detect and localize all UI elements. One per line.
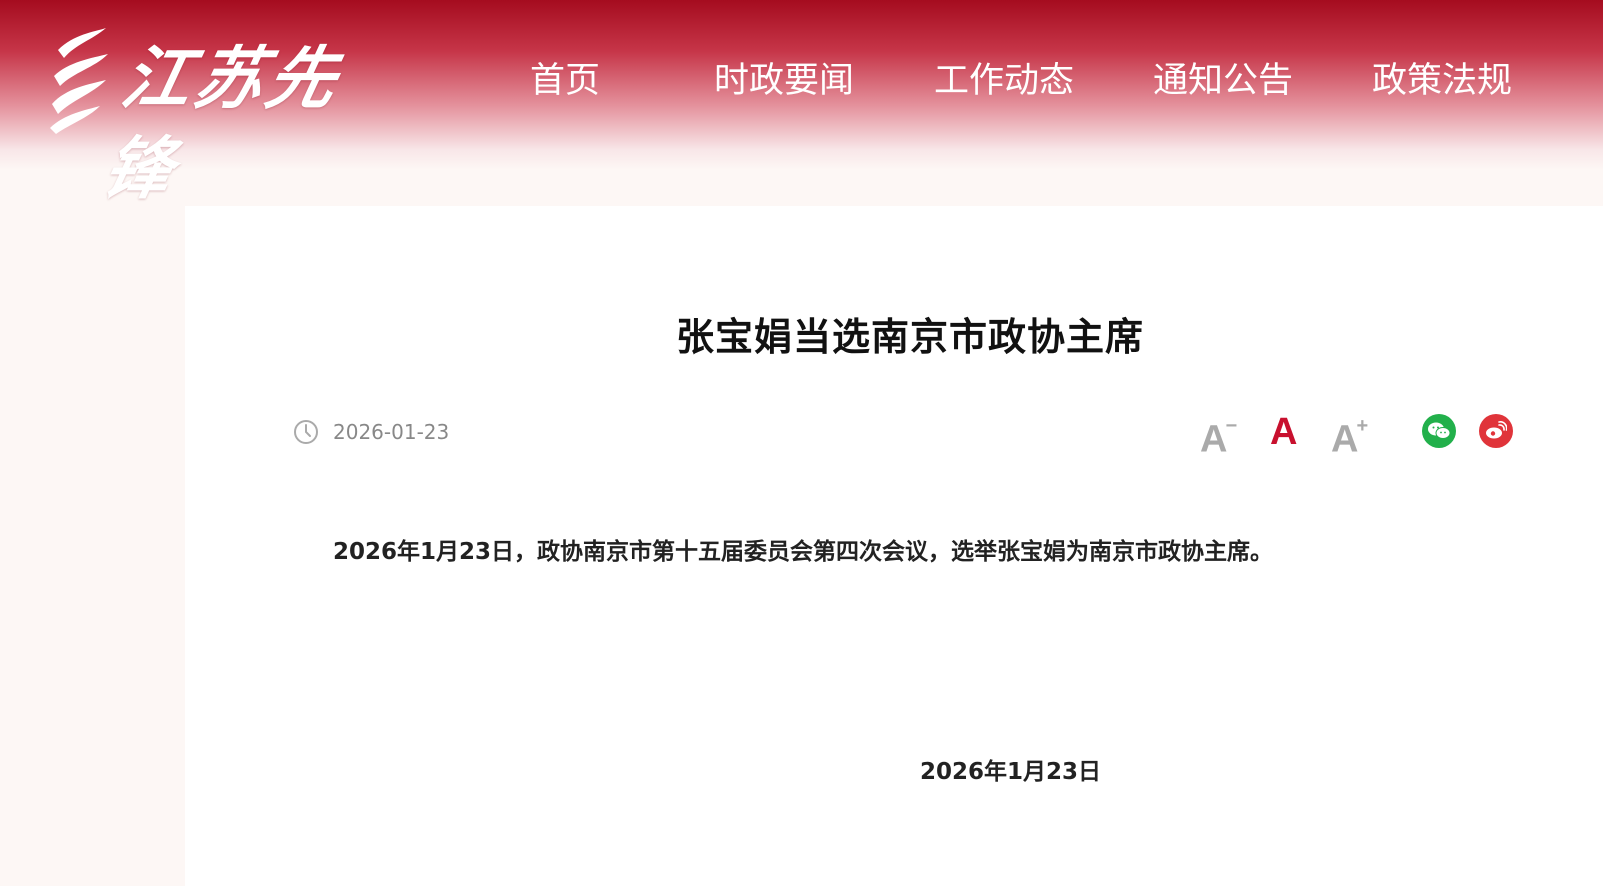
article-sign-date: 2026年1月23日	[920, 759, 1102, 785]
nav-item-home[interactable]: 首页	[530, 56, 600, 106]
font-decrease-button[interactable]: A−	[1200, 410, 1237, 462]
site-header: 江苏先锋 首页 时政要闻 工作动态 通知公告 政策法规	[0, 0, 1603, 209]
font-increase-button[interactable]: A+	[1331, 410, 1368, 462]
nav-item-politics[interactable]: 时政要闻	[714, 56, 854, 106]
weibo-icon	[1486, 421, 1507, 439]
article-tools: A− A A+	[185, 410, 1603, 461]
wechat-icon	[1428, 422, 1451, 439]
nav-item-notices[interactable]: 通知公告	[1153, 56, 1293, 106]
nav-item-policies[interactable]: 政策法规	[1372, 56, 1512, 106]
article-panel: 张宝娟当选南京市政协主席 2026-01-23 A− A A+ 2026年1月2…	[185, 206, 1603, 886]
weibo-share-button[interactable]	[1479, 414, 1513, 448]
article-title: 张宝娟当选南京市政协主席	[675, 315, 1144, 359]
article-body: 2026年1月23日，政协南京市第十五届委员会第四次会议，选举张宝娟为南京市政协…	[333, 539, 1274, 565]
wechat-share-button[interactable]	[1422, 414, 1456, 448]
nav-item-work-updates[interactable]: 工作动态	[934, 56, 1074, 106]
font-default-button[interactable]: A	[1270, 410, 1297, 454]
main-nav: 首页 时政要闻 工作动态 通知公告 政策法规	[0, 56, 1603, 106]
